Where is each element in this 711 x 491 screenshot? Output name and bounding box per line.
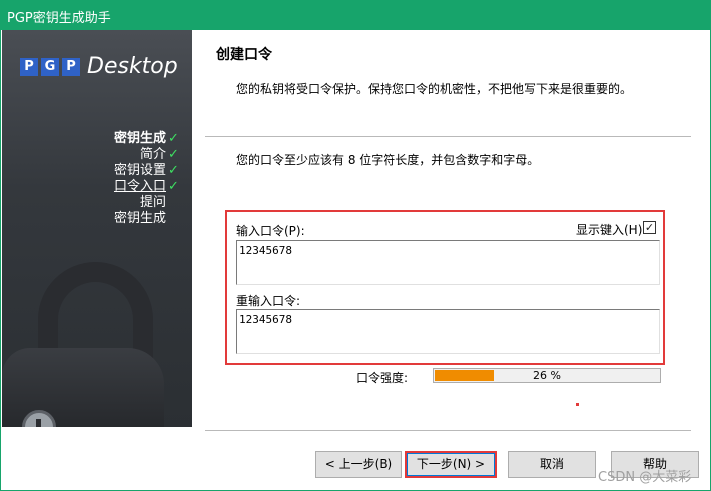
page-description: 您的私钥将受口令保护。保持您口令的机密性，不把他写下来是很重要的。 [236,82,633,96]
wizard-step: 密钥生成 [114,211,180,227]
page-title: 创建口令 [216,47,272,63]
checkmark-icon: ✓ [168,179,179,194]
next-button[interactable]: 下一步(N) > [405,451,497,478]
wizard-step-label: 简介 [139,147,166,162]
password-label: 输入口令(P): [236,224,305,238]
footer-divider [205,430,691,431]
checkmark-icon: ✓ [168,131,179,146]
strength-meter: 26 % [433,368,661,383]
header-divider [205,136,691,137]
wizard-step-label: 提问 [139,195,166,210]
confirm-password-label: 重输入口令: [236,294,301,308]
wizard-sidebar: P G P Desktop 密钥生成 ✓ 简介 ✓ 密钥设置 ✓ 口令入口 ✓ 提问 密钥生成 [2,30,192,427]
watermark: CSDN @大菜彩 [598,470,692,485]
strength-percent: 26 % [533,369,561,382]
confirm-password-input[interactable]: 12345678 [236,309,660,354]
back-button[interactable]: < 上一步(B) [315,451,402,478]
pgp-desktop-logo: P G P Desktop [20,54,178,84]
checkmark-icon: ✓ [168,147,179,162]
wizard-step-label: 密钥生成 [113,131,166,146]
wizard-step-label: 口令入口 [113,179,166,194]
wizard-step: 简介 ✓ [114,147,180,163]
checkmark-icon: ✓ [168,163,179,178]
password-input[interactable]: 12345678 [236,240,660,285]
title-bar: PGP密钥生成助手 [0,0,711,29]
logo-letter: P [62,57,80,76]
window-title: PGP密钥生成助手 [7,11,111,26]
logo-letter: P [20,57,38,76]
red-dot-mark [576,403,579,406]
wizard-step: 密钥生成 ✓ [114,131,180,147]
show-typing-label: 显示键入(H) [576,223,643,237]
wizard-steps: 密钥生成 ✓ 简介 ✓ 密钥设置 ✓ 口令入口 ✓ 提问 密钥生成 [114,131,180,227]
wizard-step: 密钥设置 ✓ [114,163,180,179]
wizard-step-label: 密钥生成 [113,211,166,226]
show-typing-checkbox[interactable]: ✓ [643,221,656,234]
cancel-button[interactable]: 取消 [508,451,596,478]
wizard-step: 口令入口 ✓ [114,179,180,195]
password-requirement-text: 您的口令至少应该有 8 位字符长度，并包含数字和字母。 [236,153,540,167]
strength-label: 口令强度: [356,371,409,385]
logo-letter: G [41,57,59,76]
logo-text: Desktop [87,54,178,79]
wizard-step: 提问 [114,195,180,211]
wizard-step-label: 密钥设置 [113,163,166,178]
